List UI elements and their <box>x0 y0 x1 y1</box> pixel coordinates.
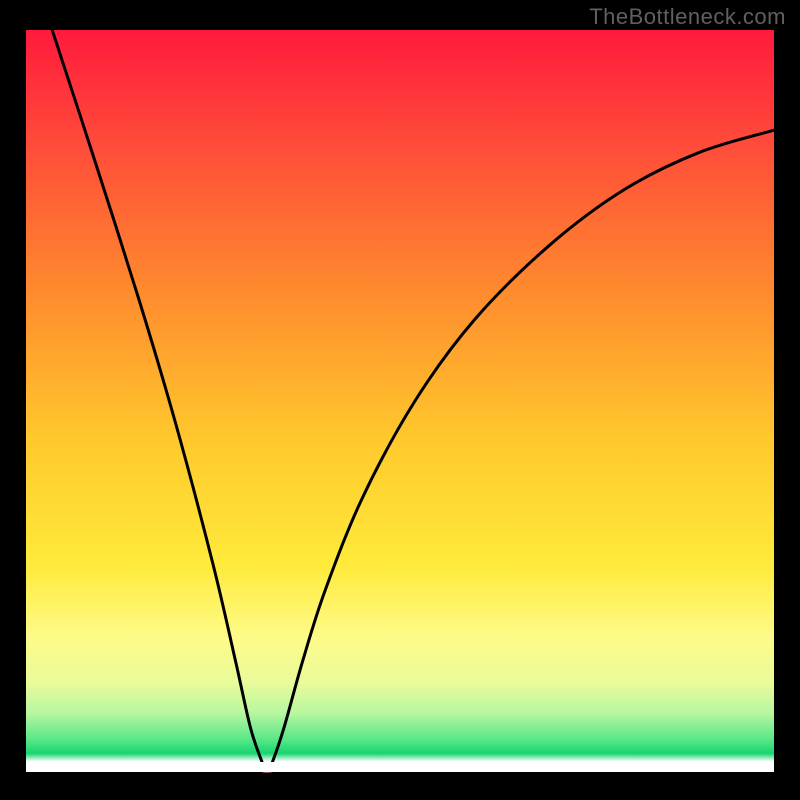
plot-frame <box>26 30 774 772</box>
curve-svg <box>26 30 774 772</box>
bottom-white-strip <box>26 762 774 772</box>
watermark-text: TheBottleneck.com <box>589 4 786 30</box>
stage: TheBottleneck.com <box>0 0 800 800</box>
bottleneck-curve <box>52 30 774 772</box>
plot-area <box>26 30 774 772</box>
